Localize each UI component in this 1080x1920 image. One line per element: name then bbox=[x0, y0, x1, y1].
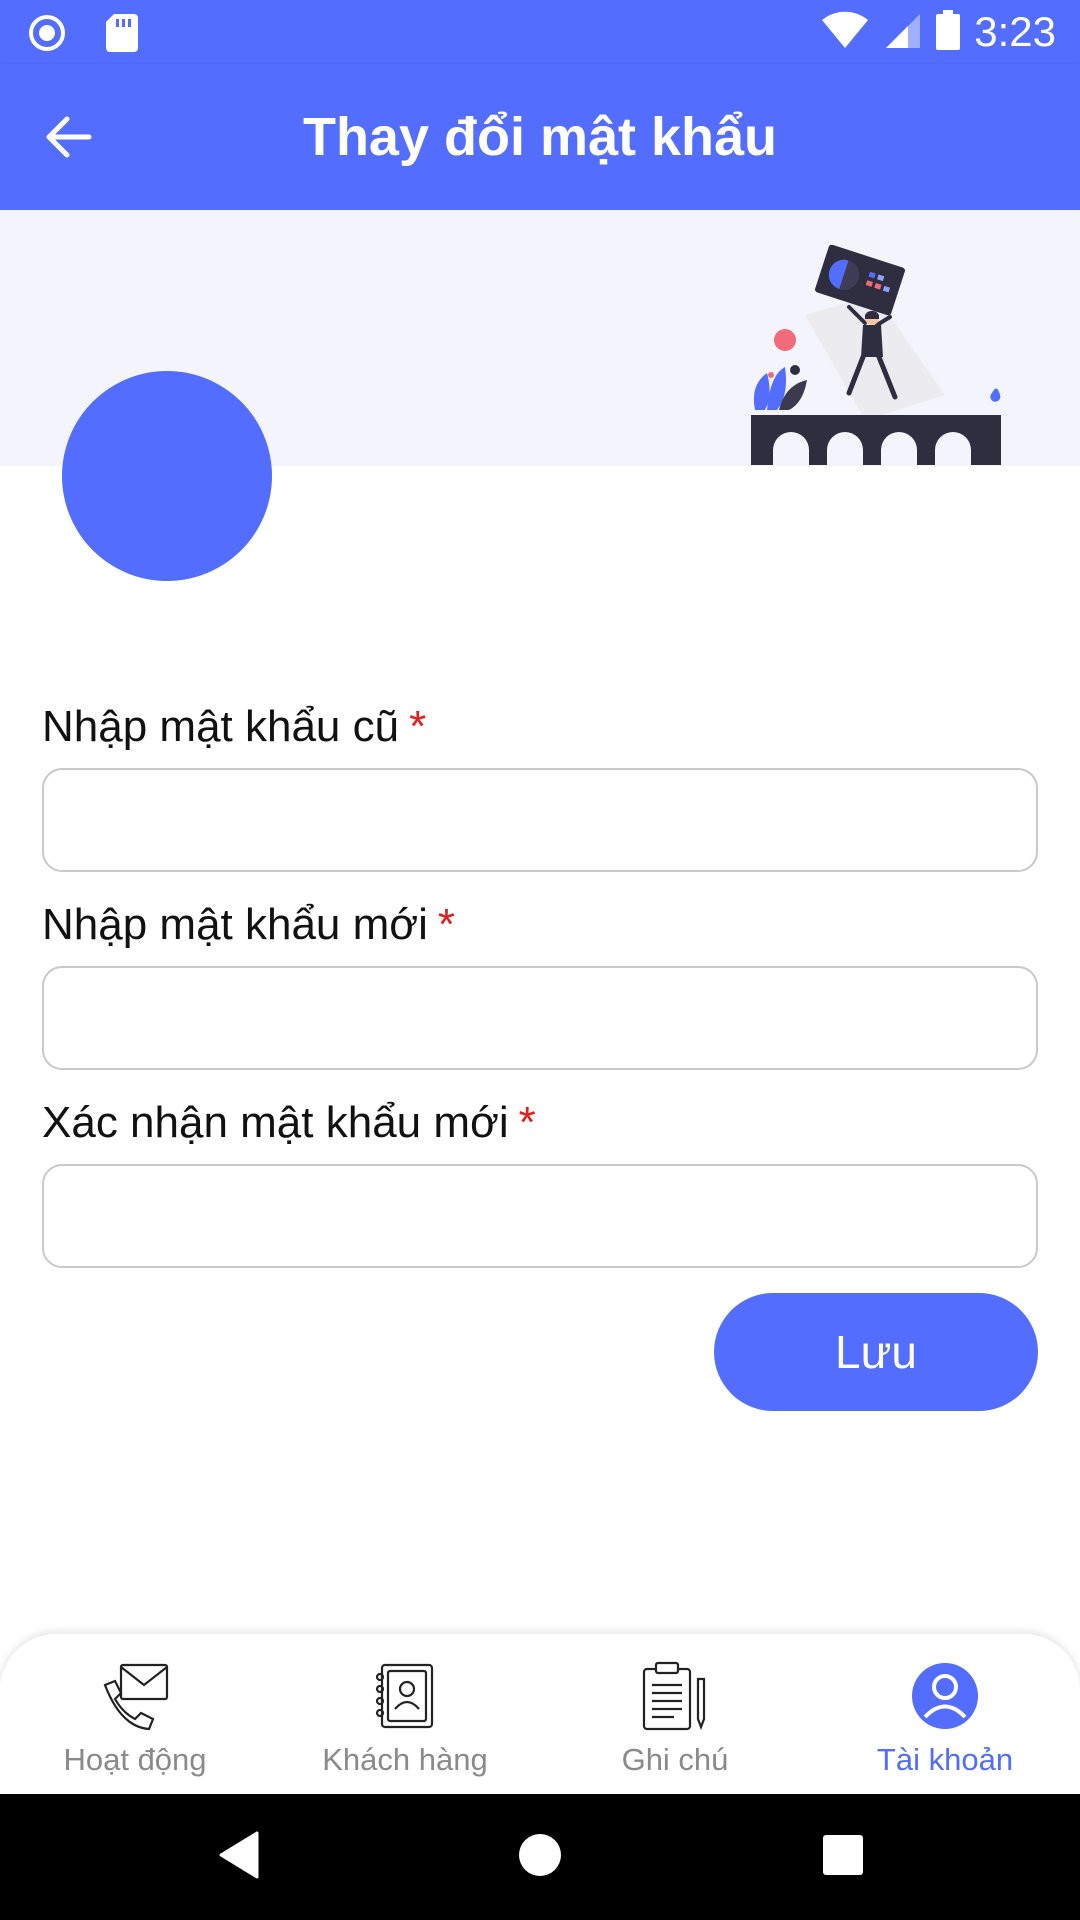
confirm-password-field[interactable] bbox=[42, 1164, 1038, 1268]
nav-label: Ghi chú bbox=[621, 1742, 729, 1777]
signal-icon bbox=[882, 10, 922, 55]
user-account-icon bbox=[907, 1658, 983, 1734]
battery-icon bbox=[936, 9, 961, 55]
sd-card-icon bbox=[106, 14, 138, 57]
required-mark: * bbox=[409, 702, 427, 751]
new-password-field[interactable] bbox=[42, 966, 1038, 1070]
system-home-button[interactable] bbox=[507, 1824, 573, 1890]
phone-mail-icon bbox=[97, 1658, 173, 1734]
nav-item-tai-khoan[interactable]: Tài khoản bbox=[810, 1634, 1080, 1794]
confirm-password-label: Xác nhận mật khẩu mới * bbox=[42, 1098, 536, 1147]
circle-home-icon bbox=[517, 1832, 563, 1883]
old-password-field[interactable] bbox=[42, 768, 1038, 872]
system-recents-button[interactable] bbox=[810, 1824, 876, 1890]
status-bar: 3:23 bbox=[0, 0, 1080, 64]
status-time: 3:23 bbox=[974, 8, 1056, 55]
contact-book-icon bbox=[367, 1658, 443, 1734]
app-bar: Thay đổi mật khẩu bbox=[0, 64, 1080, 210]
system-back-button[interactable] bbox=[206, 1824, 272, 1890]
page-title: Thay đổi mật khẩu bbox=[302, 107, 778, 167]
new-password-label: Nhập mật khẩu mới * bbox=[42, 900, 456, 949]
nav-label: Tài khoản bbox=[876, 1742, 1014, 1777]
nav-item-khach-hang[interactable]: Khách hàng bbox=[270, 1634, 540, 1794]
old-password-label: Nhập mật khẩu cũ * bbox=[42, 702, 427, 751]
required-mark: * bbox=[437, 900, 456, 949]
nav-label: Hoạt động bbox=[63, 1742, 207, 1777]
triangle-back-icon bbox=[217, 1831, 261, 1884]
record-icon bbox=[28, 14, 66, 57]
wifi-icon bbox=[822, 10, 869, 55]
nav-item-hoat-dong[interactable]: Hoạt động bbox=[0, 1634, 270, 1794]
nav-item-ghi-chu[interactable]: Ghi chú bbox=[540, 1634, 810, 1794]
square-recents-icon bbox=[822, 1834, 864, 1881]
nav-label: Khách hàng bbox=[322, 1742, 488, 1777]
save-button[interactable]: Lưu bbox=[714, 1293, 1038, 1411]
avatar[interactable] bbox=[62, 371, 272, 581]
bottom-navigation: Hoạt động Khách hàng Ghi chú Tài khoản bbox=[0, 1634, 1080, 1794]
system-navigation-bar bbox=[0, 1794, 1080, 1920]
required-mark: * bbox=[518, 1098, 536, 1147]
person-holding-board-illustration bbox=[751, 245, 1001, 465]
clipboard-note-icon bbox=[637, 1658, 713, 1734]
